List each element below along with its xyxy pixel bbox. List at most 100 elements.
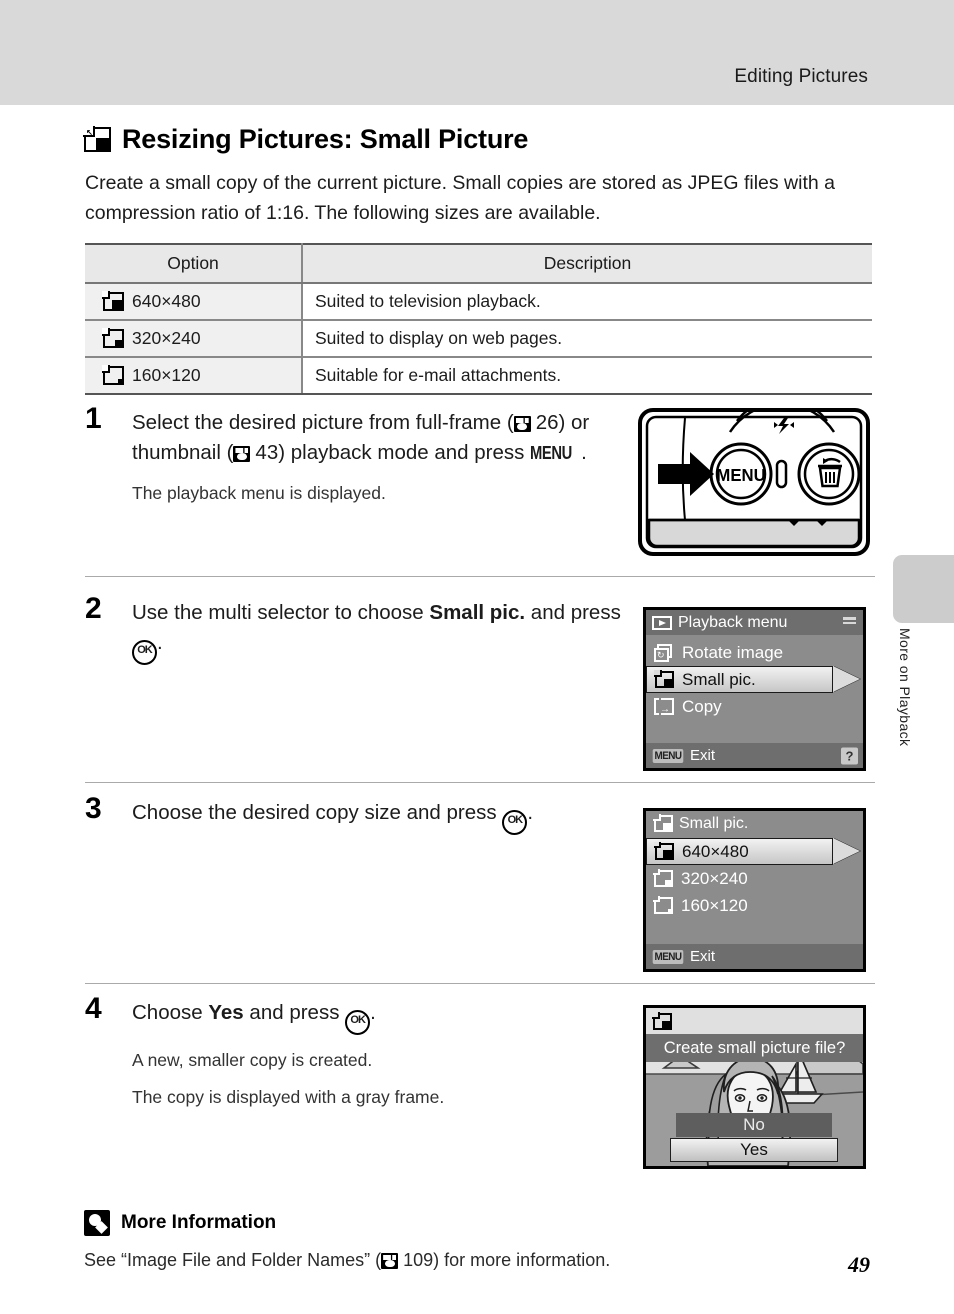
lcd-playback-menu-title: Playback menu xyxy=(678,613,788,631)
table-row: 160×120 Suitable for e-mail attachments. xyxy=(85,357,872,395)
playback-icon xyxy=(652,615,672,630)
lcd-small-pic-footer: MENU Exit xyxy=(646,944,863,969)
step-2-number: 2 xyxy=(85,592,102,625)
size-160-icon xyxy=(102,365,124,385)
size-option-label: 160×120 xyxy=(681,895,748,915)
more-information-ref: 109 xyxy=(403,1250,434,1270)
small-picture-icon xyxy=(654,670,674,688)
step-1-text-d: . xyxy=(581,441,587,464)
menu-item-small-pic[interactable]: Small pic. xyxy=(646,666,833,693)
small-picture-icon xyxy=(652,1011,672,1030)
lcd-confirm-button-no[interactable]: No xyxy=(676,1113,832,1137)
page-number: 49 xyxy=(848,1252,870,1277)
step-1-ref-2: 43 xyxy=(255,441,279,464)
size-option-320[interactable]: 320×240 xyxy=(646,865,863,892)
battery-icon xyxy=(843,617,856,626)
lcd-playback-menu-footer: MENU Exit ? xyxy=(646,743,863,768)
table-cell-option: 320×240 xyxy=(85,320,303,358)
svg-text:MENU: MENU xyxy=(716,464,765,485)
step-4-number: 4 xyxy=(85,992,102,1025)
step-4-note-1: A new, smaller copy is created. xyxy=(132,1050,373,1070)
size-option-label: 320×240 xyxy=(681,868,748,888)
step-4-instruction: Choose Yes and press OK. xyxy=(132,998,632,1035)
size-option-160[interactable]: 160×120 xyxy=(646,892,863,919)
page-content: ↖ Resizing Pictures: Small Picture Creat… xyxy=(0,0,954,1314)
lcd-exit-label: Exit xyxy=(690,948,716,965)
camera-illustration: MENU xyxy=(638,397,870,561)
step-3-number: 3 xyxy=(85,792,102,825)
table-header-option: Option xyxy=(85,243,303,284)
step-4-text-b: and press xyxy=(243,1001,346,1024)
menu-item-rotate-image[interactable]: ↻ Rotate image xyxy=(646,639,863,666)
menu-item-copy[interactable]: → Copy xyxy=(646,693,863,720)
menu-chip: MENU xyxy=(652,748,684,763)
rotate-image-icon: ↻ xyxy=(654,643,674,662)
lcd-confirm-dialog: Create small picture file? No Yes xyxy=(643,1005,866,1169)
table-row: 640×480 Suited to television playback. xyxy=(85,283,872,321)
more-information-text: See “Image File and Folder Names” ( 109) … xyxy=(84,1250,610,1271)
lcd-confirm-no-label: No xyxy=(743,1115,765,1134)
more-information-text-a: See “Image File and Folder Names” ( xyxy=(84,1250,382,1270)
options-table: Option Description 640×480 Suited to tel… xyxy=(85,243,872,395)
small-picture-icon: ↖ xyxy=(83,126,111,152)
page-ref-icon xyxy=(513,416,531,432)
step-4-text-a: Choose xyxy=(132,1001,209,1024)
table-header-row: Option Description xyxy=(85,243,872,284)
size-640-icon xyxy=(654,842,674,860)
more-information-block: More Information See “Image File and Fol… xyxy=(84,1210,610,1271)
more-information-text-b: ) for more information. xyxy=(433,1250,611,1270)
size-320-icon xyxy=(102,328,124,348)
step-1-ref-1: 26 xyxy=(535,411,559,434)
step-4-bold-term: Yes xyxy=(208,1001,244,1024)
help-icon[interactable]: ? xyxy=(841,747,858,764)
lcd-confirm-yes-label: Yes xyxy=(740,1140,768,1159)
ok-button-glyph: OK xyxy=(132,640,157,665)
lcd-confirm-prompt: Create small picture file? xyxy=(646,1034,863,1062)
menu-item-label: Small pic. xyxy=(682,669,756,689)
step-1-text-a: Select the desired picture from full-fra… xyxy=(132,411,514,434)
lcd-small-pic-titlebar: Small pic. xyxy=(646,811,863,836)
step-divider-3 xyxy=(85,983,875,984)
size-160-icon xyxy=(653,896,673,914)
table-header-description: Description xyxy=(302,243,872,284)
size-option-640[interactable]: 640×480 xyxy=(646,838,833,865)
menu-item-label: Copy xyxy=(682,696,722,716)
table-cell-description: Suitable for e-mail attachments. xyxy=(302,357,872,395)
lcd-small-pic: Small pic. 640×480 320×240 160×120 MENU … xyxy=(643,808,866,972)
lcd-confirm-button-yes[interactable]: Yes xyxy=(670,1138,838,1162)
table-cell-description-text: Suitable for e-mail attachments. xyxy=(315,365,562,385)
menu-item-label: Rotate image xyxy=(682,642,784,662)
table-cell-description-text: Suited to television playback. xyxy=(315,291,541,311)
page-title-text: Resizing Pictures: Small Picture xyxy=(122,124,529,154)
size-320-icon xyxy=(653,869,673,887)
step-2-text-c: . xyxy=(157,631,163,654)
menu-button-glyph: MENU xyxy=(530,443,572,463)
step-2-text-a: Use the multi selector to choose xyxy=(132,601,430,624)
table-cell-option-label: 160×120 xyxy=(132,365,201,385)
table-cell-option-label: 640×480 xyxy=(132,291,201,311)
step-3-text-c: . xyxy=(527,801,534,824)
ok-button-glyph: OK xyxy=(345,1010,371,1035)
lcd-playback-menu-titlebar: Playback menu xyxy=(646,610,863,635)
menu-chip: MENU xyxy=(652,949,684,964)
lcd-small-pic-title: Small pic. xyxy=(679,814,749,832)
tip-icon xyxy=(84,1210,110,1236)
lcd-exit-label: Exit xyxy=(690,747,716,764)
step-3-text-a: Choose the desired copy size and press xyxy=(132,801,503,824)
step-2-instruction: Use the multi selector to choose Small p… xyxy=(132,598,632,665)
step-4-note-2: The copy is displayed with a gray frame. xyxy=(132,1087,445,1107)
table-cell-description: Suited to television playback. xyxy=(302,283,872,321)
size-option-label: 640×480 xyxy=(682,841,749,861)
table-cell-option: 640×480 xyxy=(85,283,303,321)
table-cell-description: Suited to display on web pages. xyxy=(302,320,872,358)
table-cell-option-label: 320×240 xyxy=(132,328,201,348)
lcd-confirm-icon-row xyxy=(646,1008,863,1034)
more-information-heading-text: More Information xyxy=(121,1212,277,1233)
table-cell-option: 160×120 xyxy=(85,357,303,395)
step-1-note: The playback menu is displayed. xyxy=(132,483,386,503)
step-1-instruction: Select the desired picture from full-fra… xyxy=(132,408,632,468)
step-divider-1 xyxy=(85,576,875,577)
table-row: 320×240 Suited to display on web pages. xyxy=(85,320,872,358)
step-2-bold-term: Small pic. xyxy=(429,601,526,624)
ok-button-glyph: OK xyxy=(502,810,528,835)
